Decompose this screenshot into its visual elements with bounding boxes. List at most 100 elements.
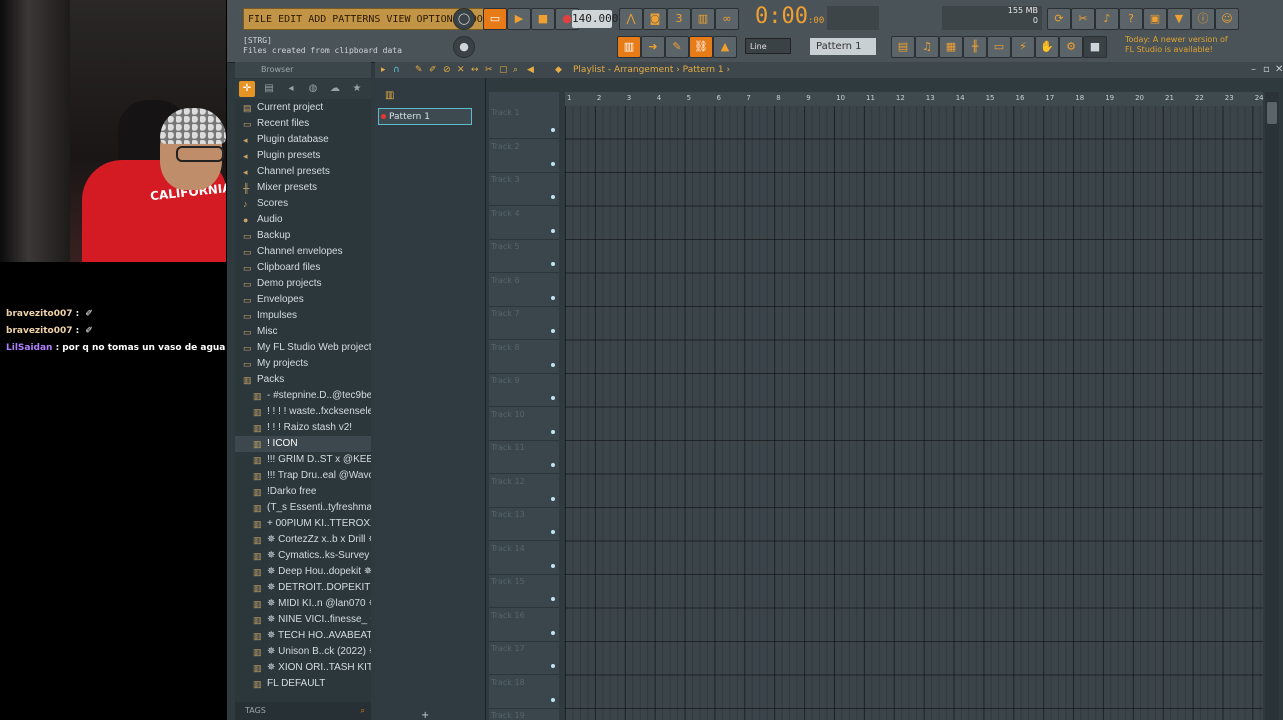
zoom-icon[interactable]: ⌕: [513, 62, 518, 78]
browser-pack-item[interactable]: ▥ ✵ CortezZz x..b x Drill ✵: [235, 532, 371, 548]
track-mute-led-icon[interactable]: [551, 563, 555, 568]
browser-header[interactable]: Browser: [235, 62, 371, 78]
browser-pack-item[interactable]: ▥ ✵ MIDI KI..n @lan070 ✵: [235, 596, 371, 612]
browser-pack-item[interactable]: ▥ (T_s Essenti..tyfreshmade): [235, 500, 371, 516]
browser-pack-item[interactable]: ▥ ✵ Deep Hou..dopekit ✵: [235, 564, 371, 580]
track-mute-led-icon[interactable]: [551, 630, 555, 635]
pattern-song-toggle[interactable]: ▭: [483, 8, 507, 30]
arrow-right-icon[interactable]: ➜: [641, 36, 665, 58]
browser-pack-item[interactable]: ▥ ! ! ! ! waste..fxcksenseless: [235, 404, 371, 420]
track-mute-led-icon[interactable]: [551, 295, 555, 300]
news-panel[interactable]: Today: A newer version of FL Studio is a…: [1125, 35, 1245, 55]
save-icon[interactable]: ▣: [1143, 8, 1167, 30]
browser-pack-item[interactable]: ▥ ! ICON: [235, 436, 371, 452]
arrange-icon[interactable]: ◆: [555, 62, 562, 78]
master-pitch-knob-icon[interactable]: ●: [453, 36, 475, 58]
pencil-icon[interactable]: ✎: [665, 36, 689, 58]
track-header[interactable]: Track 15: [489, 575, 559, 608]
track-mute-led-icon[interactable]: [551, 463, 555, 467]
browser-item[interactable]: ▭ Clipboard files: [235, 260, 371, 276]
browser-pack-item[interactable]: ▥ ! ! ! Raizo stash v2!: [235, 420, 371, 436]
browser-item[interactable]: ▤ Current project: [235, 100, 371, 116]
track-mute-led-icon[interactable]: [551, 597, 555, 601]
browser-item[interactable]: ▥ Packs: [235, 372, 371, 388]
record-audio-icon[interactable]: ⚙: [1059, 36, 1083, 58]
track-mute-led-icon[interactable]: [551, 530, 555, 534]
track-header[interactable]: Track 16: [489, 609, 559, 642]
pattern-item[interactable]: Pattern 1: [378, 108, 472, 125]
browser-audio-icon[interactable]: ◍: [305, 81, 321, 97]
track-header[interactable]: Track 6: [489, 274, 559, 307]
menu-edit[interactable]: EDIT: [278, 14, 302, 25]
slip-icon[interactable]: ↔: [471, 62, 479, 78]
browser-pack-item[interactable]: ▥ ✵ XION ORI..TASH KIT ✵: [235, 660, 371, 676]
browser-pack-item[interactable]: ▥ + 00PIUM KI..TTEROXX.WAV: [235, 516, 371, 532]
browser-pack-item[interactable]: ▥ ✵ NINE VICI..finesse_ ✵: [235, 612, 371, 628]
browser-pack-item[interactable]: ▥ !!! Trap Dru..eal @Wavcore: [235, 468, 371, 484]
browser-pack-item[interactable]: ▥ ✵ TECH HO..AVABEATS ✵: [235, 628, 371, 644]
channel-rack-icon[interactable]: ▦: [939, 36, 963, 58]
track-mute-led-icon[interactable]: [551, 128, 555, 132]
touch-keyboard-icon[interactable]: ✋: [1035, 36, 1059, 58]
browser-pack-item[interactable]: ▥ - #stepnine.D..@tec9beat): [235, 388, 371, 404]
menu-file[interactable]: FILE: [248, 14, 272, 25]
browser-pack-item[interactable]: ▥ ✵ Cymatics..ks-Survey ✵: [235, 548, 371, 564]
menu-patterns[interactable]: PATTERNS: [332, 14, 380, 25]
loop-record-icon[interactable]: ∞: [715, 8, 739, 30]
track-header[interactable]: Track 1: [489, 106, 559, 139]
plugin-picker-icon[interactable]: ⚡: [1011, 36, 1035, 58]
playlist-icon[interactable]: ▤: [891, 36, 915, 58]
browser-star-icon[interactable]: ★: [349, 81, 365, 97]
track-header[interactable]: Track 17: [489, 642, 559, 675]
track-header[interactable]: Track 18: [489, 676, 559, 709]
piano-roll-icon[interactable]: ♫: [915, 36, 939, 58]
track-mute-led-icon[interactable]: [551, 262, 555, 266]
browser-files-icon[interactable]: ▤: [261, 81, 277, 97]
track-header[interactable]: Track 5: [489, 240, 559, 273]
browser-item[interactable]: ◂ Plugin presets: [235, 148, 371, 164]
track-mute-led-icon[interactable]: [551, 664, 555, 668]
magnet-icon[interactable]: ∩: [393, 62, 400, 78]
browser-item[interactable]: ▭ My FL Studio Web projects: [235, 340, 371, 356]
delete-icon[interactable]: ⊘: [443, 62, 451, 78]
track-header[interactable]: Track 3: [489, 173, 559, 206]
mute-icon[interactable]: ✕: [457, 62, 465, 78]
track-mute-led-icon[interactable]: [551, 195, 555, 199]
track-header[interactable]: Track 13: [489, 508, 559, 541]
help-icon[interactable]: ?: [1119, 8, 1143, 30]
link-icon[interactable]: ⛓: [689, 36, 713, 58]
playlist-arrow-icon[interactable]: ▸: [381, 62, 386, 78]
minimize-icon[interactable]: –: [1251, 62, 1256, 78]
select-icon[interactable]: ▢: [499, 62, 508, 78]
browser-item[interactable]: ▭ Envelopes: [235, 292, 371, 308]
browser-pack-item[interactable]: ▥ FL DEFAULT: [235, 676, 371, 692]
browser-all-icon[interactable]: ✛: [239, 81, 255, 97]
step-edit-icon[interactable]: ▥: [691, 8, 715, 30]
metronome-icon[interactable]: ⋀: [619, 8, 643, 30]
browser-item[interactable]: ♪ Scores: [235, 196, 371, 212]
track-mute-led-icon[interactable]: [551, 362, 555, 367]
browser-item[interactable]: ● Audio: [235, 212, 371, 228]
playlist-grid[interactable]: [565, 106, 1263, 720]
play-icon[interactable]: ▶: [507, 8, 531, 30]
browser-item[interactable]: ▭ Backup: [235, 228, 371, 244]
track-mute-led-icon[interactable]: [551, 429, 555, 434]
scrollbar-thumb[interactable]: [1267, 102, 1277, 124]
track-header[interactable]: Track 7: [489, 307, 559, 340]
plugin-icon[interactable]: ▼: [1167, 8, 1191, 30]
maximize-icon[interactable]: ▫: [1263, 62, 1270, 78]
track-mute-led-icon[interactable]: [551, 496, 555, 501]
track-header[interactable]: Track 9: [489, 374, 559, 407]
folder-icon[interactable]: ▭: [987, 36, 1011, 58]
track-header[interactable]: Track 8: [489, 341, 559, 374]
browser-pack-item[interactable]: ▥ !!! GRIM D..ST x @KEENEX: [235, 452, 371, 468]
browser-item[interactable]: ◂ Plugin database: [235, 132, 371, 148]
track-header[interactable]: Track 12: [489, 475, 559, 508]
track-header[interactable]: Track 14: [489, 542, 559, 575]
browser-pack-item[interactable]: ▥ ✵ DETROIT..DOPEKIT ✵: [235, 580, 371, 596]
playback-icon[interactable]: ◀: [527, 62, 534, 78]
snap-select[interactable]: Line: [745, 38, 791, 54]
draw-icon[interactable]: ✎: [415, 62, 423, 78]
search-icon[interactable]: ⌕: [361, 702, 365, 720]
browser-pack-item[interactable]: ▥ !Darko free: [235, 484, 371, 500]
